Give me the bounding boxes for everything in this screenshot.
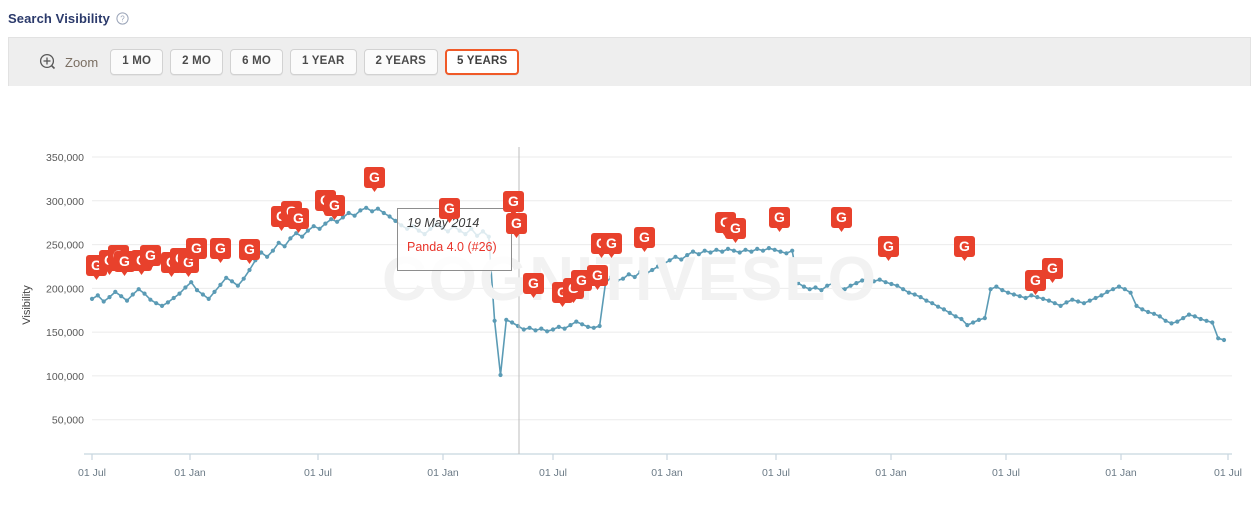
google-update-marker[interactable]: G (186, 238, 207, 259)
google-update-marker[interactable]: G (503, 191, 524, 212)
panel-header: Search Visibility ? (0, 0, 1259, 36)
visibility-line-chart: 50,000 100,000 150,000 200,000 250,000 300,00… (21, 147, 1242, 479)
x-axis-tick-label: 01 Jul (1214, 467, 1242, 479)
google-update-marker[interactable]: G (634, 227, 655, 248)
google-update-marker[interactable]: G (878, 236, 899, 257)
x-axis-tick-label: 01 Jul (539, 467, 567, 479)
google-update-marker[interactable]: G (439, 198, 460, 219)
y-axis-title: Visibility (21, 285, 33, 325)
google-update-marker[interactable]: G (210, 238, 231, 259)
tooltip-event-label: Panda 4.0 (#26) (407, 240, 497, 254)
google-update-marker[interactable]: G (831, 207, 852, 228)
google-update-marker[interactable]: G (725, 218, 746, 239)
y-axis-tick-label: 150,000 (46, 327, 84, 339)
google-update-marker[interactable]: G (140, 245, 161, 266)
range-button-1year[interactable]: 1 YEAR (290, 49, 357, 75)
google-update-marker[interactable]: G (587, 265, 608, 286)
google-update-marker[interactable]: G (523, 273, 544, 294)
zoom-label: Zoom (65, 54, 99, 70)
search-visibility-widget: Search Visibility ? Zoom 1 MO 2 MO 6 MO … (0, 0, 1259, 510)
google-update-marker[interactable]: G (239, 239, 260, 260)
google-update-marker[interactable]: G (954, 236, 975, 257)
x-axis-tick-label: 01 Jan (174, 467, 206, 479)
x-axis-tick-label: 01 Jul (304, 467, 332, 479)
x-axis-tick-label: 01 Jul (992, 467, 1020, 479)
google-update-marker[interactable]: G (324, 195, 345, 216)
x-axis-tick-label: 01 Jan (875, 467, 907, 479)
google-update-marker[interactable]: G (288, 208, 309, 229)
svg-text:?: ? (120, 14, 125, 23)
y-axis-tick-label: 50,000 (52, 415, 84, 427)
zoom-in-icon[interactable] (39, 53, 57, 71)
google-update-marker[interactable]: G (1042, 258, 1063, 279)
zoom-toolbar: Zoom 1 MO 2 MO 6 MO 1 YEAR 2 YEARS 5 YEA… (8, 37, 1251, 86)
x-axis-tick-label: 01 Jan (1105, 467, 1137, 479)
chart-panel: 50,000 100,000 150,000 200,000 250,000 300,00… (8, 86, 1251, 506)
x-axis-tick-label: 01 Jul (762, 467, 790, 479)
range-button-2mo[interactable]: 2 MO (170, 49, 224, 75)
x-axis-tick-label: 01 Jan (651, 467, 683, 479)
google-update-marker[interactable]: G (769, 207, 790, 228)
y-axis-tick-label: 100,000 (46, 371, 84, 383)
y-axis-tick-label: 350,000 (46, 152, 84, 164)
y-axis-tick-label: 300,000 (46, 196, 84, 208)
y-axis-tick-label: 250,000 (46, 240, 84, 252)
x-axis-tick-label: 01 Jan (427, 467, 459, 479)
range-button-6mo[interactable]: 6 MO (230, 49, 283, 75)
y-axis-tick-label: 200,000 (46, 283, 84, 295)
question-circle-icon[interactable]: ? (116, 11, 129, 25)
range-button-5years[interactable]: 5 YEARS (444, 49, 520, 75)
google-update-marker[interactable]: G (601, 233, 622, 254)
google-update-marker[interactable]: G (364, 167, 385, 188)
page-title: Search Visibility (8, 10, 110, 26)
x-axis-tick-label: 01 Jul (78, 467, 106, 479)
google-update-marker[interactable]: G (506, 213, 527, 234)
range-button-1mo[interactable]: 1 MO (110, 49, 164, 75)
range-button-2years[interactable]: 2 YEARS (363, 49, 438, 75)
